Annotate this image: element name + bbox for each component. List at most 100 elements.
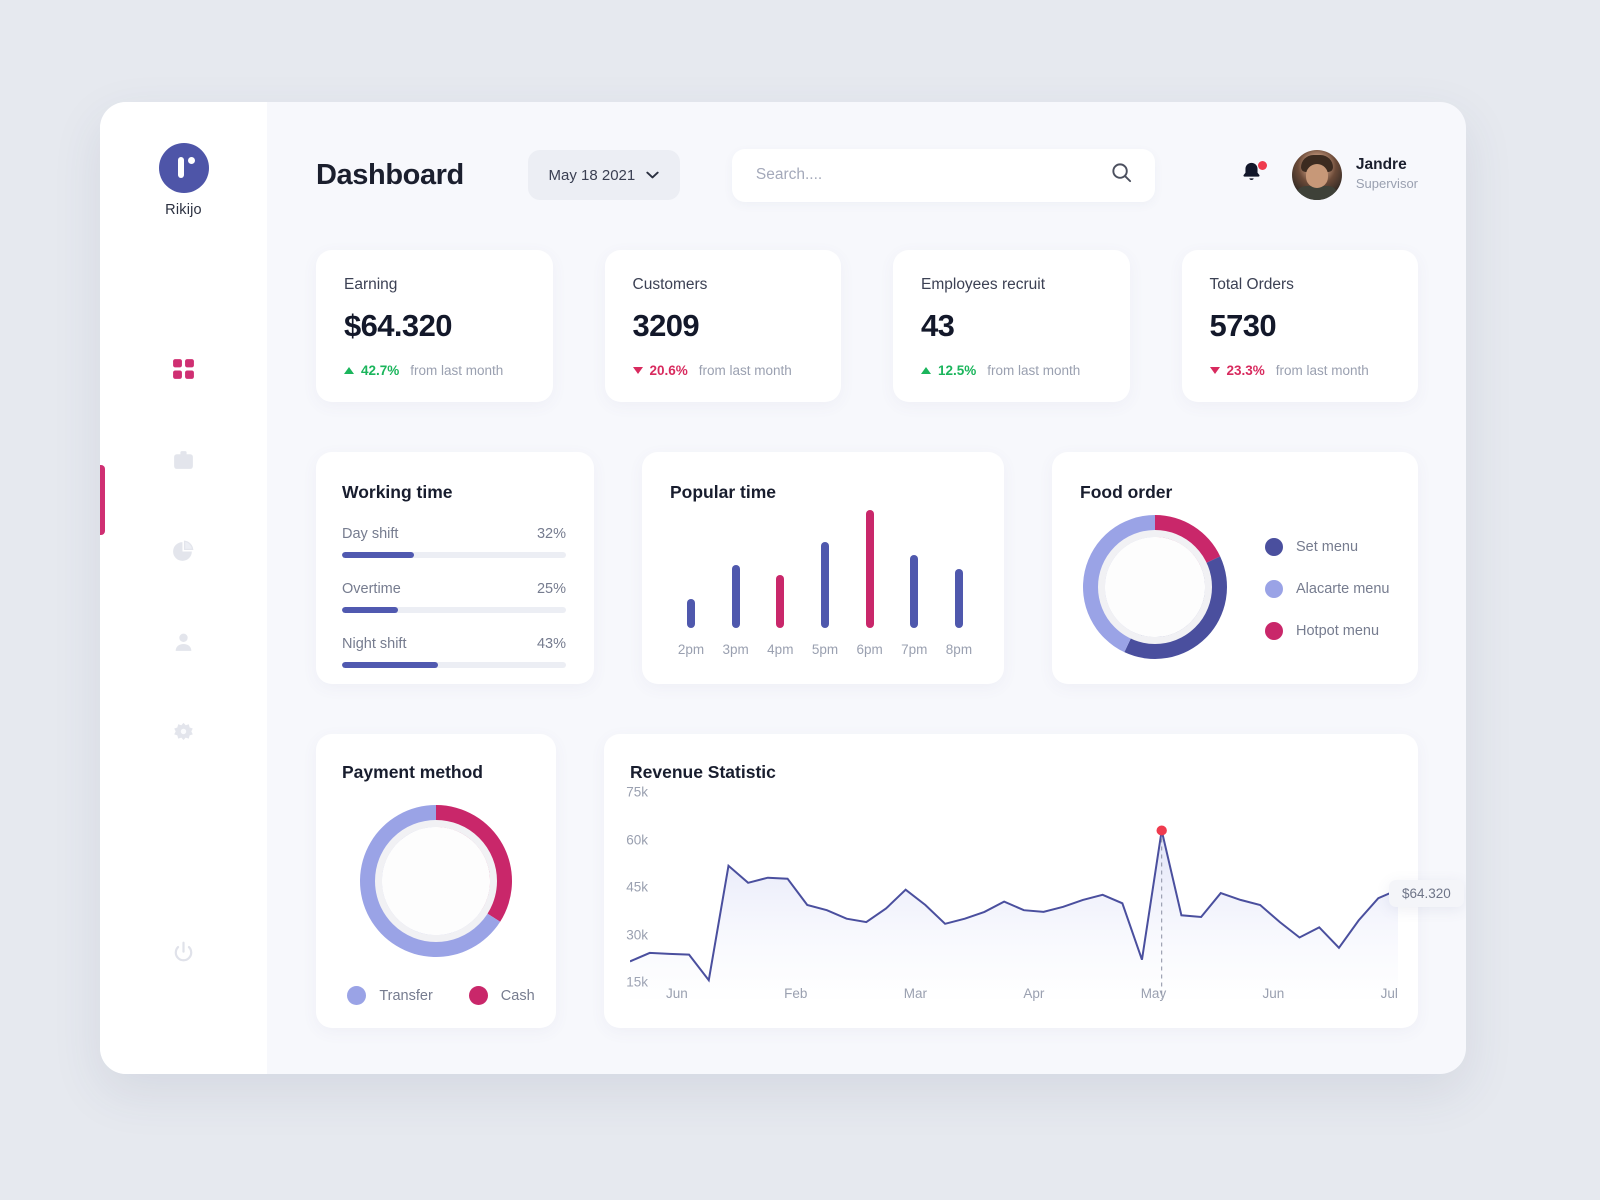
legend-item[interactable]: Hotpot menu xyxy=(1265,622,1390,640)
popular-time-bar[interactable] xyxy=(806,510,844,628)
search-bar[interactable] xyxy=(731,148,1155,202)
stat-label: Earning xyxy=(344,276,398,293)
popular-time-bar[interactable] xyxy=(672,510,710,628)
rikijo-logo-icon xyxy=(158,143,209,193)
revenue-x-tick: Apr xyxy=(1023,986,1045,1001)
popular-time-tick: 4pm xyxy=(767,642,794,657)
user-profile[interactable]: Jandre Supervisor xyxy=(1291,150,1418,200)
stat-value: 3209 xyxy=(632,308,700,343)
delta-note: from last month xyxy=(410,363,504,378)
legend-swatch-cash xyxy=(468,986,488,1005)
revenue-tooltip: $64.320 xyxy=(1389,880,1464,907)
stat-delta: 42.7% from last month xyxy=(344,363,525,378)
search-input[interactable] xyxy=(755,166,1110,184)
legend-item[interactable]: Cash xyxy=(468,986,535,1005)
stat-delta: 20.6% from last month xyxy=(632,363,814,378)
sidebar-item-logout[interactable] xyxy=(100,907,267,998)
progress-fill xyxy=(342,552,414,558)
avatar xyxy=(1291,150,1342,200)
delta-percent: 20.6% xyxy=(649,363,688,378)
progress-track xyxy=(342,552,566,558)
card-title: Revenue Statistic xyxy=(630,762,776,782)
payment-method-card: Payment method Transfer Cash xyxy=(316,734,556,1028)
date-picker[interactable]: May 18 2021 xyxy=(527,150,680,200)
food-order-legend: Set menu Alacarte menu Hotpot menu xyxy=(1265,538,1390,640)
stat-label: Total Orders xyxy=(1209,276,1294,293)
stat-delta: 12.5% from last month xyxy=(921,363,1102,378)
revenue-x-tick: Jun xyxy=(1262,986,1285,1001)
delta-note: from last month xyxy=(987,363,1081,378)
delta-note: from last month xyxy=(1275,363,1369,378)
delta-note: from last month xyxy=(698,363,792,378)
legend-label: Set menu xyxy=(1296,539,1359,555)
stat-value: 5730 xyxy=(1209,308,1277,343)
app-window: Rikijo Dashboard May 18 2021 Search.... … xyxy=(100,102,1466,1074)
payment-method-legend: Transfer Cash xyxy=(342,986,540,1005)
charts-row-2: Payment method Transfer Cash Revenue Sta… xyxy=(316,734,1418,1028)
donut-hole xyxy=(382,827,490,935)
sidebar-item-reports[interactable] xyxy=(100,506,267,597)
sidebar-nav xyxy=(100,324,267,998)
donut-hole xyxy=(1105,537,1205,637)
stat-card-total-orders[interactable]: Total Orders 5730 23.3% from last month xyxy=(1181,250,1418,402)
progress-fill xyxy=(342,662,439,668)
food-order-donut xyxy=(1076,508,1234,671)
delta-percent: 12.5% xyxy=(938,363,977,378)
sidebar-active-indicator xyxy=(100,465,105,535)
stat-value: 43 xyxy=(921,308,955,343)
revenue-x-tick: Jul xyxy=(1380,986,1398,1001)
stat-value: $64.320 xyxy=(344,308,452,343)
user-role: Supervisor xyxy=(1355,175,1418,191)
stat-card-employees-recruit[interactable]: Employees recruit 43 12.5% from last mon… xyxy=(893,250,1130,402)
legend-item[interactable]: Set menu xyxy=(1265,538,1390,556)
stat-card-earning[interactable]: Earning $64.320 42.7% from last month xyxy=(316,250,553,402)
user-name: Jandre xyxy=(1355,156,1407,174)
popular-time-tick: 8pm xyxy=(945,642,973,657)
popular-time-bar[interactable] xyxy=(940,510,978,628)
stat-cards-row: Earning $64.320 42.7% from last month Cu… xyxy=(316,250,1418,402)
revenue-marker-dot[interactable] xyxy=(1156,825,1167,836)
progress-night-shift: Night shift 43% xyxy=(342,636,566,668)
card-title: Payment method xyxy=(342,762,483,782)
search-icon[interactable] xyxy=(1110,161,1133,189)
sidebar-item-profile[interactable] xyxy=(100,597,267,688)
revenue-statistic-card: Revenue Statistic 15k30k45k60k75k JunFeb… xyxy=(604,734,1418,1028)
legend-label: Hotpot menu xyxy=(1296,623,1380,639)
popular-time-bar[interactable] xyxy=(761,510,799,628)
revenue-x-tick: May xyxy=(1140,986,1167,1001)
progress-value: 25% xyxy=(536,581,566,597)
popular-time-bar[interactable] xyxy=(717,510,755,628)
legend-item[interactable]: Transfer xyxy=(347,986,433,1005)
revenue-area-fill xyxy=(630,830,1398,999)
sidebar-item-tasks[interactable] xyxy=(100,415,267,506)
legend-swatch-set-menu xyxy=(1265,538,1283,556)
arrow-up-icon xyxy=(344,367,354,374)
brand[interactable]: Rikijo xyxy=(158,143,209,218)
arrow-down-icon xyxy=(632,367,643,374)
legend-swatch-transfer xyxy=(347,986,367,1005)
header-right: Jandre Supervisor xyxy=(1240,150,1418,200)
popular-time-bar[interactable] xyxy=(895,510,933,628)
legend-item[interactable]: Alacarte menu xyxy=(1265,580,1390,598)
popular-time-bar[interactable] xyxy=(851,510,889,628)
notification-bell-icon[interactable] xyxy=(1240,160,1267,190)
legend-swatch-alacarte-menu xyxy=(1265,580,1283,598)
header: Dashboard May 18 2021 Search.... Jandre … xyxy=(316,102,1418,248)
sidebar-item-dashboard[interactable] xyxy=(100,324,267,415)
delta-percent: 42.7% xyxy=(361,363,400,378)
main-content: Dashboard May 18 2021 Search.... Jandre … xyxy=(267,102,1466,1074)
pie-chart-icon xyxy=(171,539,196,564)
card-title: Working time xyxy=(342,482,453,502)
page-title: Dashboard xyxy=(316,158,464,191)
power-icon xyxy=(171,940,196,965)
popular-time-axis-labels: 2pm 3pm 4pm 5pm 6pm 7pm 8pm xyxy=(672,642,978,657)
stat-card-customers[interactable]: Customers 3209 20.6% from last month xyxy=(604,250,841,402)
revenue-x-tick: Jun xyxy=(666,986,688,1001)
revenue-x-tick: Mar xyxy=(903,986,927,1001)
revenue-x-axis-labels: Jun Feb Mar Apr May Jun Jul xyxy=(666,986,1398,1001)
revenue-plot[interactable] xyxy=(630,794,1398,999)
sidebar-item-settings[interactable] xyxy=(100,688,267,779)
charts-row-1: Working time Day shift 32% Overtime 25% xyxy=(316,452,1418,684)
popular-time-card: Popular time 2pm 3pm 4pm 5pm 6pm 7pm 8pm xyxy=(642,452,1004,684)
grid-icon xyxy=(171,357,196,382)
